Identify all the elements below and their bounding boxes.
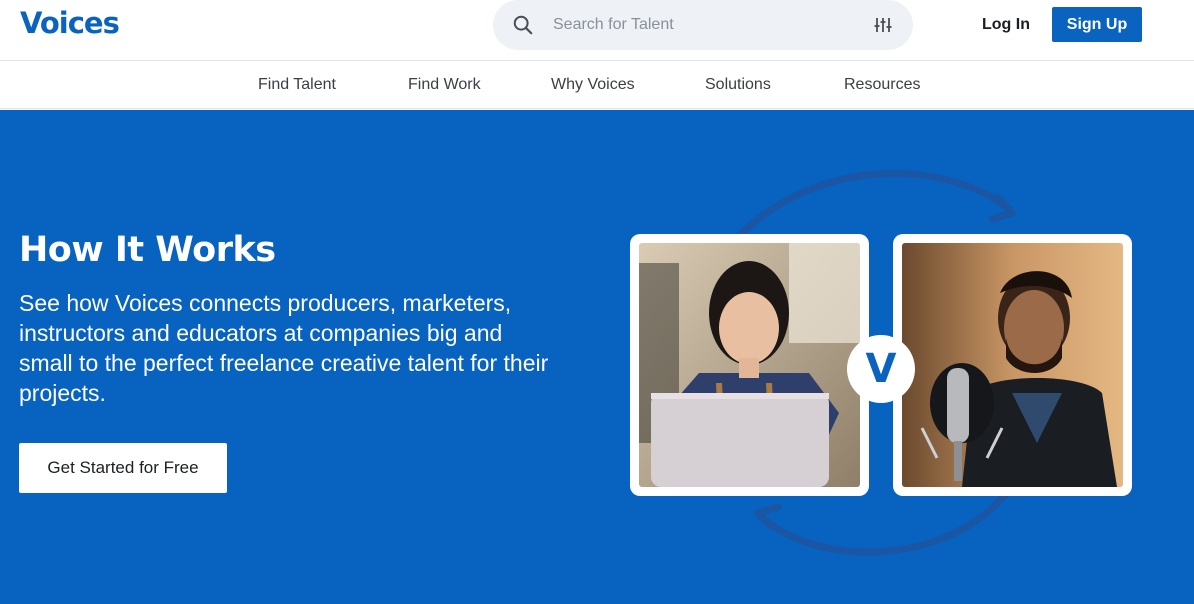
signup-button[interactable]: Sign Up — [1052, 7, 1142, 42]
search-bar[interactable] — [493, 0, 913, 50]
sliders-icon[interactable] — [873, 15, 893, 35]
main-nav: Find Talent Find Work Why Voices Solutio… — [0, 61, 1194, 109]
producer-photo-card — [630, 234, 869, 496]
hero-illustration: V — [620, 165, 1150, 565]
nav-item-solutions[interactable]: Solutions — [705, 61, 771, 109]
hero-description: See how Voices connects producers, marke… — [19, 290, 549, 406]
nav-item-find-work[interactable]: Find Work — [408, 61, 481, 109]
man-microphone-photo — [902, 243, 1123, 487]
top-bar: Voices Log In Sign Up — [0, 0, 1194, 61]
hero-section: How It Works See how Voices connects pro… — [0, 110, 1194, 604]
nav-item-resources[interactable]: Resources — [844, 61, 920, 109]
voices-logo[interactable]: Voices — [20, 6, 120, 40]
get-started-button[interactable]: Get Started for Free — [19, 443, 227, 493]
hero-title: How It Works — [19, 230, 276, 270]
nav-item-why-voices[interactable]: Why Voices — [551, 61, 635, 109]
woman-laptop-photo — [639, 243, 860, 487]
voices-v-badge: V — [847, 335, 915, 403]
talent-photo-card — [893, 234, 1132, 496]
login-button[interactable]: Log In — [968, 7, 1044, 42]
search-icon[interactable] — [512, 14, 534, 36]
nav-item-find-talent[interactable]: Find Talent — [258, 61, 336, 109]
search-input[interactable] — [553, 10, 843, 40]
